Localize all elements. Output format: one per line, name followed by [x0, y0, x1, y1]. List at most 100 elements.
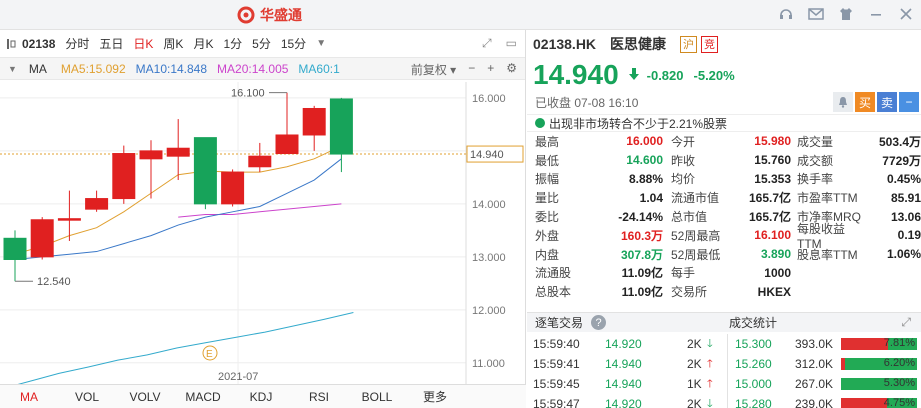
tab-indicator-5[interactable]: RSI: [290, 390, 348, 404]
quote-field-value: -24.14%: [618, 209, 663, 224]
quote-field-value: 503.4万: [878, 134, 921, 149]
tab-period-0[interactable]: 分时: [65, 35, 89, 52]
sell-button[interactable]: 卖: [877, 92, 897, 112]
quote-field-label: 换手率: [797, 172, 834, 187]
tab-indicator-0[interactable]: MA: [0, 390, 58, 404]
tab-period-2[interactable]: 日K: [133, 35, 153, 52]
quote-field-value: 1.06%: [886, 247, 921, 262]
layout-icon[interactable]: ▭: [506, 36, 517, 51]
candle-body: [248, 155, 272, 168]
stat-volume: 267.0K: [795, 377, 834, 391]
quote-field-value: 13.06: [890, 209, 921, 224]
quote-field-label: 流通市值: [671, 191, 720, 206]
tick-price: 14.920: [605, 337, 642, 351]
tab-indicator-1[interactable]: VOL: [58, 390, 116, 404]
quote-field-value: 0.45%: [886, 171, 921, 186]
candle-body: [112, 153, 136, 200]
tab-period-7[interactable]: 15分: [281, 35, 306, 52]
help-icon[interactable]: ?: [591, 315, 607, 330]
stock-code: 02138.HK: [533, 36, 597, 52]
ma-bar: ▼ MA MA5:15.092 MA10:14.848 MA20:14.005 …: [0, 58, 525, 80]
tick-volume: 2K: [687, 357, 702, 371]
tick-price: 14.940: [605, 377, 642, 391]
quote-field-label: 量比: [535, 191, 560, 206]
x-tick-label: 2021-07: [218, 371, 258, 383]
candle-body: [275, 134, 299, 155]
y-tick-label: 13.000: [472, 252, 506, 264]
tick-time: 15:59:40: [533, 337, 580, 351]
stat-price: 15.000: [735, 377, 772, 391]
candle-body: [85, 198, 109, 210]
shirt-icon[interactable]: [837, 5, 855, 23]
quote-field-label: 今开: [671, 134, 696, 149]
tab-indicator-4[interactable]: KDJ: [232, 390, 290, 404]
gear-icon[interactable]: ⚙: [506, 61, 517, 78]
quote-row: 振幅 8.88% 均价 15.353 换手率 0.45%: [527, 170, 921, 189]
quote-panel: 02138.HK 医思健康 沪 竞 14.940 -0.820 -5.20% 已…: [527, 30, 921, 408]
quote-field-label: 内盘: [535, 247, 560, 262]
minus-icon[interactable]: −: [468, 61, 475, 78]
quote-field-value: 16.100: [754, 228, 791, 243]
title-bar: 华盛通: [0, 0, 921, 30]
arrow-down-icon: 🡓: [707, 397, 713, 408]
tab-period-4[interactable]: 月K: [193, 35, 213, 52]
quote-field-value: 1.04: [639, 190, 663, 205]
minimize-icon[interactable]: [867, 5, 885, 23]
notice-dot-icon: [535, 118, 545, 128]
candle-body: [329, 98, 353, 155]
badge-hu: 沪: [680, 35, 698, 53]
buy-button[interactable]: 买: [855, 92, 875, 112]
close-icon[interactable]: [897, 5, 915, 23]
status-text: 已收盘 07-08 16:10: [535, 95, 639, 110]
bell-icon[interactable]: [833, 92, 853, 112]
stat-bar: 7.81%: [841, 337, 917, 350]
collapse-icon[interactable]: ▼: [8, 64, 17, 74]
tab-indicator-2[interactable]: VOLV: [116, 390, 174, 404]
market-status: 已收盘 07-08 16:10 买 卖 −: [527, 92, 921, 112]
quote-field-label: 每手: [671, 266, 696, 281]
tab-period-3[interactable]: 周K: [163, 35, 183, 52]
candle-body: [193, 137, 217, 205]
quote-field-label: 均价: [671, 172, 696, 187]
ma60-value: MA60:1: [298, 61, 340, 76]
tab-period-6[interactable]: 5分: [252, 35, 271, 52]
chevron-down-icon[interactable]: ▼: [316, 38, 326, 49]
stat-price: 15.280: [735, 397, 772, 408]
quote-field-value: 11.09亿: [621, 266, 663, 281]
collapse-button[interactable]: −: [899, 92, 919, 112]
quote-field-label: 最低: [535, 153, 560, 168]
quote-row: 内盘 307.8万 52周最低 3.890 股息率TTM 1.06%: [527, 245, 921, 264]
chart-panel: 02138 分时 五日 日K 周K 月K 1分 5分 15分 ▼ ⤢ ▭ ▼ M…: [0, 30, 526, 408]
headset-icon[interactable]: [777, 5, 795, 23]
period-toolbar: 02138 分时 五日 日K 周K 月K 1分 5分 15分 ▼ ⤢ ▭: [0, 30, 525, 58]
expand-icon[interactable]: ⤢: [482, 36, 492, 51]
logo-icon: [237, 6, 255, 24]
candlestick-chart[interactable]: 16.00015.00014.00013.00012.00011.0002021…: [0, 82, 526, 384]
quote-field-label: 总市值: [671, 210, 708, 225]
quote-field-value: 1000: [764, 265, 791, 280]
tab-indicator-6[interactable]: BOLL: [348, 390, 406, 404]
panel-toggle-icon[interactable]: [6, 37, 16, 51]
tab-indicator-3[interactable]: MACD: [174, 390, 232, 404]
tab-period-1[interactable]: 五日: [99, 35, 123, 52]
tick-volume: 1K: [687, 377, 702, 391]
adjust-select[interactable]: 前复权 ▾: [411, 61, 456, 78]
tick-row: 15:59:40 14.920 2K 🡓 15.300 393.0K 7.81%: [527, 334, 921, 354]
mail-icon[interactable]: [807, 5, 825, 23]
tab-period-5[interactable]: 1分: [223, 35, 242, 52]
last-price: 14.940: [533, 59, 619, 90]
price-change-pct: -5.20%: [693, 67, 735, 83]
stat-price: 15.260: [735, 357, 772, 371]
high-label: 16.100: [231, 88, 265, 100]
stat-bar-red: [841, 338, 889, 350]
quote-header: 02138.HK 医思健康 沪 竞: [527, 30, 921, 58]
tab-indicator-7[interactable]: 更多: [406, 388, 464, 405]
ticks-title: 逐笔交易: [535, 316, 584, 330]
quote-field-value: 15.353: [754, 171, 791, 186]
plus-icon[interactable]: +: [487, 61, 494, 78]
candle-body: [30, 219, 54, 258]
quote-field-value: 0.19: [897, 228, 921, 243]
expand-icon[interactable]: ⤢: [901, 315, 911, 330]
quote-field-value: 85.91: [890, 190, 921, 205]
ma60-line: [17, 311, 354, 384]
